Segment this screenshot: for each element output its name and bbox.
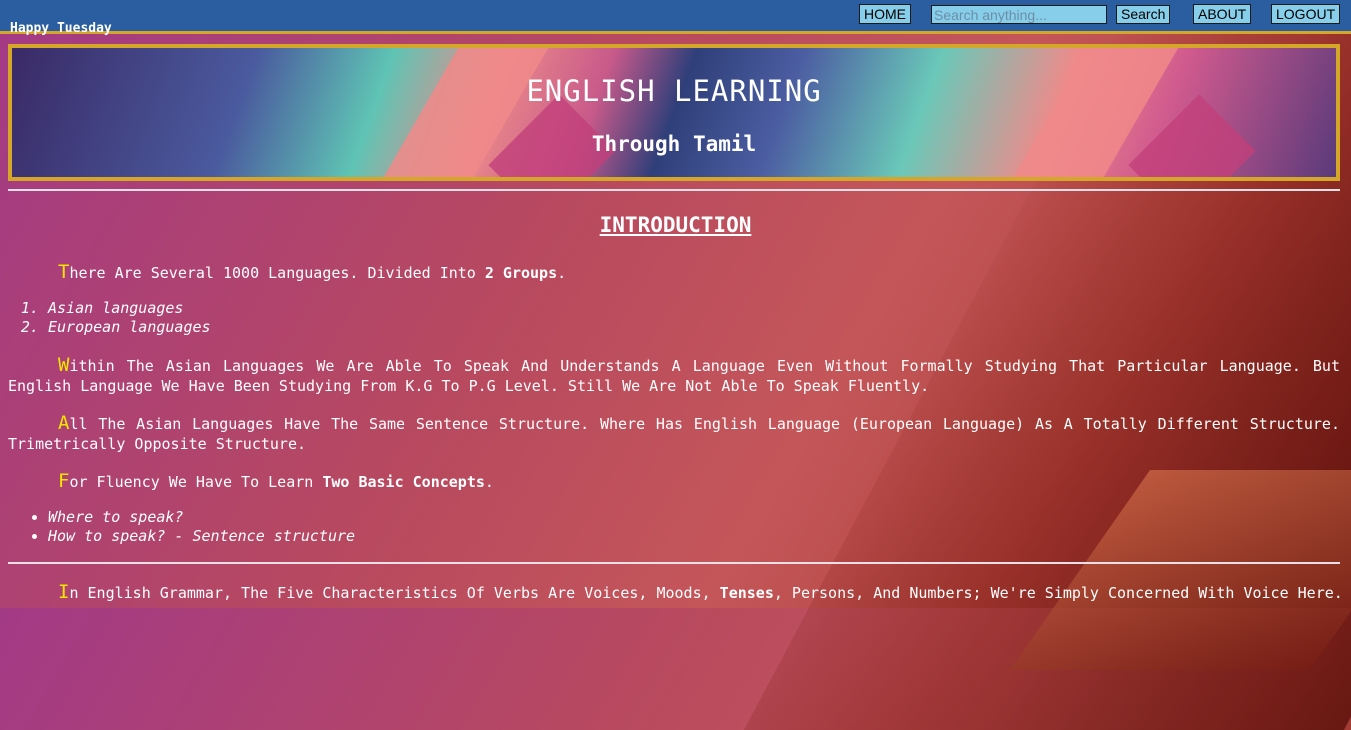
paragraph-text: ll The Asian Languages Have The Same Sen… <box>8 415 1340 453</box>
paragraph-text: here Are Several 1000 Languages. Divided… <box>69 264 485 282</box>
background-shape <box>1009 470 1351 670</box>
banner-subtitle: Through Tamil <box>591 132 757 156</box>
search-input[interactable] <box>931 5 1107 24</box>
search-button[interactable]: Search <box>1116 5 1171 24</box>
paragraph-bold-text: 2 Groups <box>484 264 558 282</box>
language-groups-list: Asian languages European languages <box>8 299 211 337</box>
page-heading: INTRODUCTION <box>599 213 752 237</box>
drop-cap: T <box>58 261 70 283</box>
logout-button[interactable]: LOGOUT <box>1271 4 1341 24</box>
greeting-text: Happy Tuesday <box>10 21 112 36</box>
paragraph-text: n English Grammar, The Five Characterist… <box>69 584 720 602</box>
paragraph-bold-text: Tenses <box>719 584 774 602</box>
concepts-list: Where to speak? How to speak? - Sentence… <box>8 508 355 546</box>
paragraph-sentence-structure: All The Asian Languages Have The Same Se… <box>8 413 1340 454</box>
paragraph-text: . <box>557 264 567 282</box>
paragraph-asian-languages: Within The Asian Languages We Are Able T… <box>8 355 1340 396</box>
paragraph-bold-text: Two Basic Concepts <box>322 473 485 491</box>
list-item: Asian languages <box>48 299 211 318</box>
paragraph-text: , Persons, And Numbers; We're Simply Con… <box>773 584 1343 602</box>
divider <box>8 189 1340 191</box>
drop-cap: I <box>58 581 70 603</box>
paragraph-fluency: For Fluency We Have To Learn Two Basic C… <box>8 471 1340 492</box>
paragraph-text: or Fluency We Have To Learn <box>69 473 323 491</box>
list-item: Where to speak? <box>48 508 355 527</box>
drop-cap: F <box>58 470 70 492</box>
paragraph-text: . <box>484 473 494 491</box>
list-item: How to speak? - Sentence structure <box>48 527 355 546</box>
header-banner: ENGLISH LEARNING Through Tamil <box>8 44 1340 181</box>
divider <box>8 562 1340 564</box>
banner-decoration <box>984 48 1190 177</box>
paragraph-verbs: In English Grammar, The Five Characteris… <box>8 581 1343 603</box>
paragraph-text: ithin The Asian Languages We Are Able To… <box>8 357 1340 395</box>
banner-title: ENGLISH LEARNING <box>526 74 822 108</box>
banner-decoration <box>354 48 560 177</box>
about-button[interactable]: ABOUT <box>1193 4 1252 24</box>
drop-cap: A <box>58 412 70 434</box>
paragraph-languages: There Are Several 1000 Languages. Divide… <box>8 262 1340 283</box>
drop-cap: W <box>58 354 70 376</box>
list-item: European languages <box>48 318 211 337</box>
home-button[interactable]: HOME <box>859 4 911 24</box>
